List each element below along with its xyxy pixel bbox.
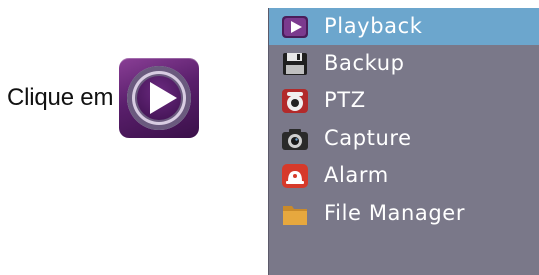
menu-item-playback[interactable]: Playback	[269, 8, 539, 45]
ptz-camera-icon	[282, 89, 308, 113]
menu-item-label: PTZ	[324, 88, 366, 112]
play-icon	[282, 16, 308, 38]
menu-item-label: Playback	[324, 14, 423, 38]
menu-item-ptz[interactable]: PTZ	[269, 82, 539, 119]
menu-item-backup[interactable]: Backup	[269, 45, 539, 82]
menu-item-label: File Manager	[324, 201, 466, 225]
menu-item-label: Alarm	[324, 163, 389, 187]
instruction-row: Clique em	[7, 58, 200, 138]
instruction-text: Clique em	[7, 84, 114, 111]
menu-item-capture[interactable]: Capture	[269, 120, 539, 157]
menu-item-alarm[interactable]: Alarm	[269, 157, 539, 194]
menu-item-label: Backup	[324, 51, 405, 75]
camera-icon	[282, 129, 308, 150]
folder-icon	[283, 206, 307, 225]
floppy-disk-icon	[283, 53, 307, 75]
alarm-bell-icon	[282, 164, 308, 188]
playback-app-icon[interactable]	[119, 58, 200, 138]
main-menu: Playback Backup PTZ Capture Alarm File M…	[268, 8, 539, 275]
menu-item-label: Capture	[324, 126, 412, 150]
play-triangle-icon	[150, 82, 178, 114]
menu-item-file-manager[interactable]: File Manager	[269, 195, 539, 232]
